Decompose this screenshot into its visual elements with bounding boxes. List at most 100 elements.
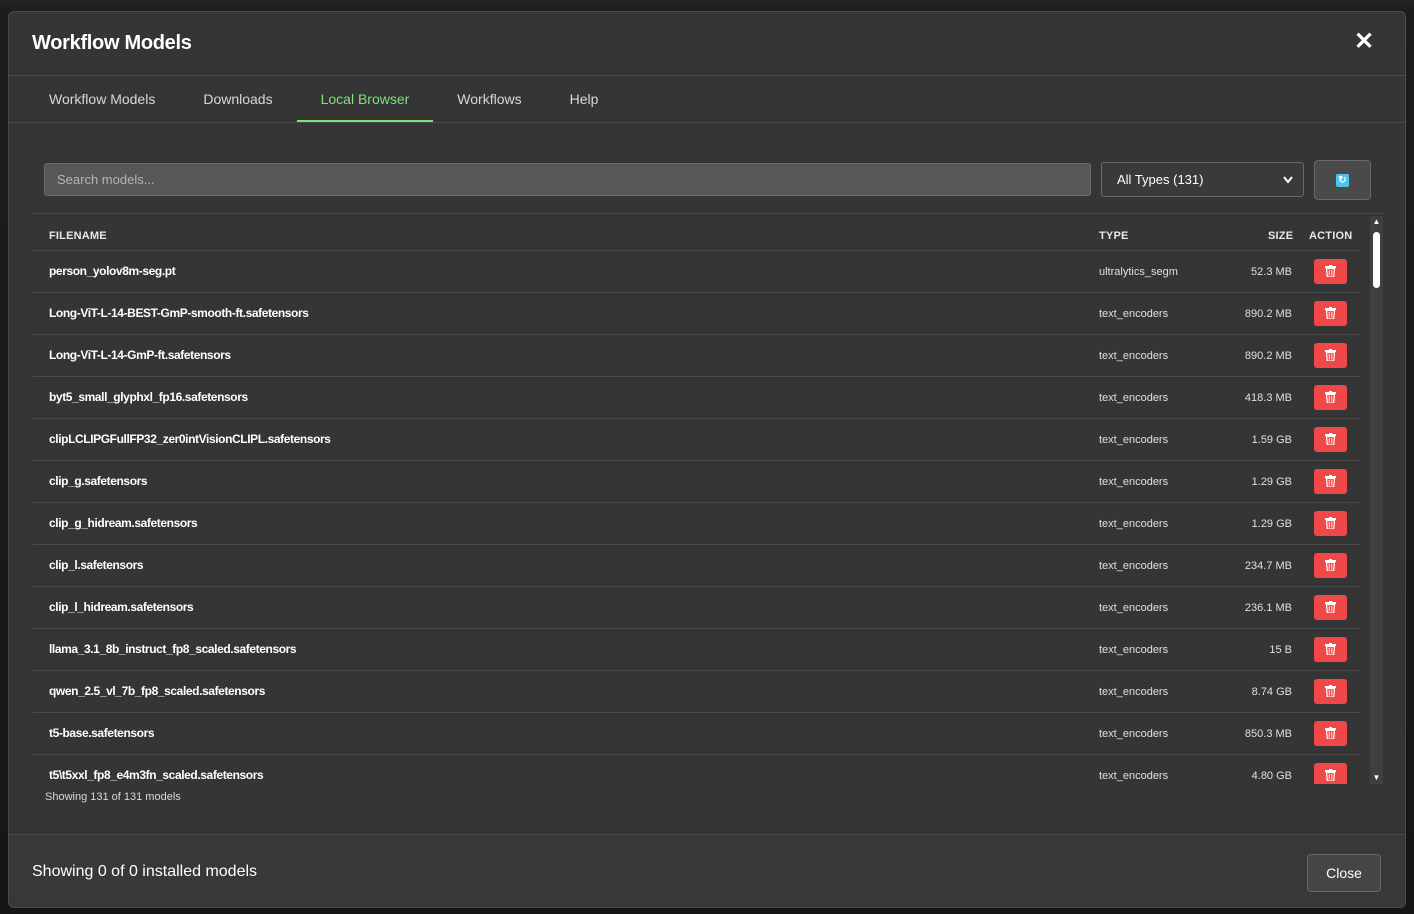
trash-icon	[1325, 349, 1336, 361]
delete-button[interactable]	[1314, 469, 1347, 494]
row-size: 4.80 GB	[1251, 770, 1292, 782]
row-size: 15 B	[1269, 644, 1292, 656]
trash-icon	[1325, 391, 1336, 403]
row-filename: clip_l.safetensors	[49, 558, 144, 572]
row-type: text_encoders	[1099, 560, 1169, 572]
scrollbar-thumb[interactable]	[1373, 232, 1380, 288]
row-filename: t5-base.safetensors	[49, 726, 155, 740]
table-row: qwen_2.5_vl_7b_fp8_scaled.safetensors te…	[33, 671, 1360, 713]
modal-title: Workflow Models	[32, 32, 192, 54]
table-row: clip_g.safetensors text_encoders 1.29 GB	[33, 461, 1360, 503]
refresh-button[interactable]: ↻	[1314, 160, 1371, 200]
row-size: 8.74 GB	[1251, 686, 1292, 698]
workflow-models-modal: Workflow Models ✕ Workflow Models Downlo…	[8, 11, 1406, 908]
trash-icon	[1325, 307, 1336, 319]
row-size: 1.29 GB	[1251, 476, 1292, 488]
delete-button[interactable]	[1314, 553, 1347, 578]
row-filename: Long-ViT-L-14-BEST-GmP-smooth-ft.safeten…	[49, 306, 309, 320]
row-filename: Long-ViT-L-14-GmP-ft.safetensors	[49, 348, 231, 362]
tab-help[interactable]: Help	[546, 76, 623, 122]
row-filename: qwen_2.5_vl_7b_fp8_scaled.safetensors	[49, 684, 265, 698]
close-button[interactable]: Close	[1307, 854, 1381, 892]
delete-button[interactable]	[1314, 679, 1347, 704]
table-row: clip_l_hidream.safetensors text_encoders…	[33, 587, 1360, 629]
column-header-filename[interactable]: FILENAME	[49, 230, 107, 242]
tab-bar: Workflow Models Downloads Local Browser …	[9, 76, 1405, 123]
row-filename: byt5_small_glyphxl_fp16.safetensors	[49, 390, 248, 404]
row-size: 890.2 MB	[1244, 350, 1292, 362]
table-row: byt5_small_glyphxl_fp16.safetensors text…	[33, 377, 1360, 419]
row-type: text_encoders	[1099, 602, 1169, 614]
row-type: text_encoders	[1099, 434, 1169, 446]
delete-button[interactable]	[1314, 427, 1347, 452]
row-size: 234.7 MB	[1244, 560, 1292, 572]
trash-icon	[1325, 643, 1336, 655]
table-row: clip_g_hidream.safetensors text_encoders…	[33, 503, 1360, 545]
installed-models-status: Showing 0 of 0 installed models	[32, 863, 258, 880]
delete-button[interactable]	[1314, 259, 1347, 284]
table-row: clipLCLIPGFullFP32_zer0intVisionCLIPL.sa…	[33, 419, 1360, 461]
delete-button[interactable]	[1314, 721, 1347, 746]
row-filename: clip_g_hidream.safetensors	[49, 516, 198, 530]
trash-icon	[1325, 475, 1336, 487]
scroll-up-arrow-icon[interactable]: ▲	[1370, 216, 1383, 228]
row-type: text_encoders	[1099, 518, 1169, 530]
column-header-size[interactable]: SIZE	[1268, 230, 1293, 242]
trash-icon	[1325, 559, 1336, 571]
column-header-action: ACTION	[1309, 230, 1353, 242]
tab-workflows[interactable]: Workflows	[433, 76, 545, 122]
row-filename: clip_g.safetensors	[49, 474, 148, 488]
delete-button[interactable]	[1314, 343, 1347, 368]
close-icon[interactable]: ✕	[1353, 29, 1375, 55]
row-size: 52.3 MB	[1251, 266, 1292, 278]
row-type: text_encoders	[1099, 686, 1169, 698]
filter-controls: All Types (131) ↻	[44, 160, 1371, 202]
table-count-status: Showing 131 of 131 models	[45, 791, 181, 803]
delete-button[interactable]	[1314, 595, 1347, 620]
table-header: FILENAME TYPE SIZE ACTION	[33, 214, 1360, 251]
chevron-down-icon	[1282, 163, 1294, 209]
models-table: FILENAME TYPE SIZE ACTION person_yolov8m…	[33, 213, 1383, 784]
table-row: llama_3.1_8b_instruct_fp8_scaled.safeten…	[33, 629, 1360, 671]
row-type: text_encoders	[1099, 392, 1169, 404]
type-filter-select[interactable]: All Types (131)	[1101, 162, 1304, 197]
delete-button[interactable]	[1314, 763, 1347, 784]
table-row: person_yolov8m-seg.pt ultralytics_segm 5…	[33, 251, 1360, 293]
modal-footer: Showing 0 of 0 installed models Close	[9, 834, 1405, 907]
scroll-down-arrow-icon[interactable]: ▼	[1370, 772, 1383, 784]
trash-icon	[1325, 685, 1336, 697]
row-filename: t5\t5xxl_fp8_e4m3fn_scaled.safetensors	[49, 768, 264, 782]
row-size: 850.3 MB	[1244, 728, 1292, 740]
row-type: text_encoders	[1099, 308, 1169, 320]
row-size: 1.29 GB	[1251, 518, 1292, 530]
table-row: Long-ViT-L-14-BEST-GmP-smooth-ft.safeten…	[33, 293, 1360, 335]
trash-icon	[1325, 433, 1336, 445]
tab-local-browser[interactable]: Local Browser	[296, 76, 434, 122]
type-filter-value: All Types (131)	[1117, 172, 1204, 187]
table-scrollbar[interactable]: ▲ ▼	[1370, 216, 1383, 784]
trash-icon	[1325, 265, 1336, 277]
delete-button[interactable]	[1314, 637, 1347, 662]
row-size: 890.2 MB	[1244, 308, 1292, 320]
column-header-type[interactable]: TYPE	[1099, 230, 1129, 242]
row-type: text_encoders	[1099, 644, 1169, 656]
delete-button[interactable]	[1314, 301, 1347, 326]
row-type: text_encoders	[1099, 770, 1169, 782]
modal-header: Workflow Models ✕	[9, 12, 1405, 76]
table-row: Long-ViT-L-14-GmP-ft.safetensors text_en…	[33, 335, 1360, 377]
delete-button[interactable]	[1314, 511, 1347, 536]
row-type: text_encoders	[1099, 728, 1169, 740]
search-input[interactable]	[44, 163, 1091, 196]
row-filename: person_yolov8m-seg.pt	[49, 264, 176, 278]
trash-icon	[1325, 517, 1336, 529]
table-row: clip_l.safetensors text_encoders 234.7 M…	[33, 545, 1360, 587]
row-filename: llama_3.1_8b_instruct_fp8_scaled.safeten…	[49, 642, 297, 656]
row-type: text_encoders	[1099, 476, 1169, 488]
row-size: 418.3 MB	[1244, 392, 1292, 404]
tab-workflow-models[interactable]: Workflow Models	[25, 76, 179, 122]
delete-button[interactable]	[1314, 385, 1347, 410]
trash-icon	[1325, 601, 1336, 613]
tab-downloads[interactable]: Downloads	[179, 76, 296, 122]
trash-icon	[1325, 727, 1336, 739]
row-filename: clipLCLIPGFullFP32_zer0intVisionCLIPL.sa…	[49, 432, 331, 446]
